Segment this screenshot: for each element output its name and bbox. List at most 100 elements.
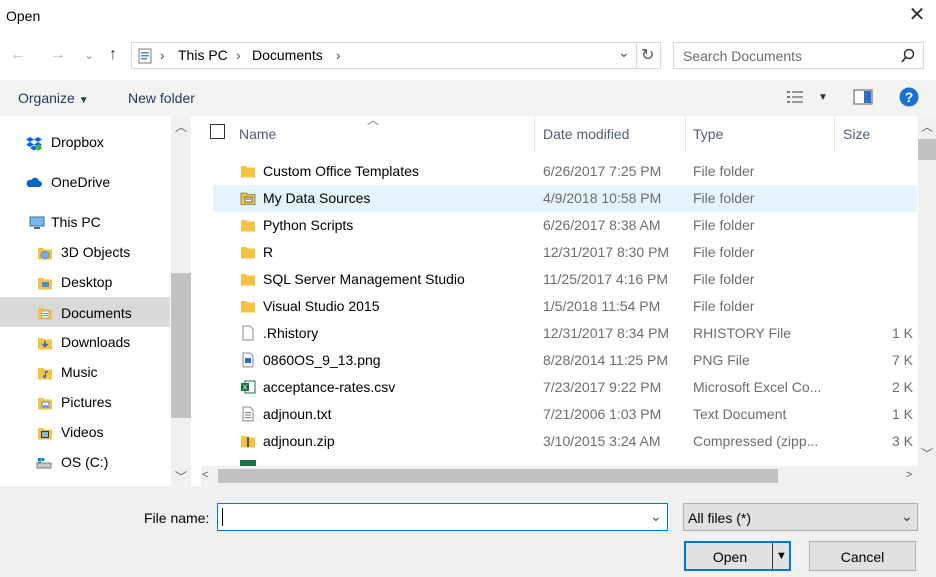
file-row[interactable]: adjnoun.zip 3/10/2015 3:24 AM Compressed (… — [213, 428, 917, 455]
file-name: SQL Server Management Studio — [263, 271, 465, 287]
new-folder-button[interactable]: New folder — [128, 90, 195, 106]
column-header-size[interactable]: Size — [843, 126, 870, 142]
file-row[interactable]: My Data Sources 4/9/2018 10:58 PM File fol… — [213, 185, 917, 212]
sidebar-item-label: Music — [61, 364, 98, 380]
excel-file-icon: X — [241, 380, 256, 394]
file-row[interactable]: .Rhistory 12/31/2017 8:34 PM RHISTORY File… — [213, 320, 917, 347]
command-bar: Organize ▼ New folder ▼ ? — [0, 80, 936, 116]
sidebar-item-pictures[interactable]: Pictures — [0, 388, 170, 418]
file-row[interactable]: Visual Studio 2015 1/5/2018 11:54 PM File … — [213, 293, 917, 320]
navigation-scrollbar-thumb[interactable] — [171, 273, 191, 418]
computer-icon — [29, 216, 45, 229]
file-name: Custom Office Templates — [263, 163, 419, 179]
address-dropdown-icon[interactable]: ⌄ — [618, 44, 630, 61]
file-row[interactable]: adjnoun.txt 7/21/2006 1:03 PM Text Documen… — [213, 401, 917, 428]
column-header-type[interactable]: Type — [693, 126, 723, 142]
cancel-button-label: Cancel — [840, 549, 885, 565]
view-options-icon[interactable] — [786, 90, 804, 104]
text-file-icon — [242, 406, 254, 422]
file-row[interactable]: Custom Office Templates 6/26/2017 7:25 PM… — [213, 158, 917, 185]
scroll-left-icon[interactable]: < — [202, 469, 208, 481]
sidebar-item-onedrive[interactable]: OneDrive — [0, 168, 170, 198]
search-input[interactable]: Search Documents — [683, 48, 802, 64]
breadcrumb-separator[interactable]: › — [336, 47, 341, 63]
file-row[interactable]: Python Scripts 6/26/2017 8:38 AM File fold… — [213, 212, 917, 239]
view-dropdown-icon[interactable]: ▼ — [818, 92, 828, 103]
file-type: Text Document — [693, 406, 787, 422]
file-list-scrollbar[interactable] — [918, 116, 936, 486]
file-type: File folder — [693, 244, 755, 260]
scroll-down-icon[interactable]: ﹀ — [921, 445, 933, 462]
help-icon[interactable]: ? — [899, 87, 919, 107]
column-divider[interactable] — [534, 116, 535, 152]
file-name: My Data Sources — [263, 190, 371, 206]
sidebar-item-videos[interactable]: Videos — [0, 418, 170, 448]
file-name: 0860OS_9_13.png — [263, 352, 381, 368]
open-button[interactable]: Open — [684, 541, 791, 571]
cancel-button[interactable]: Cancel — [809, 541, 916, 571]
forward-arrow-icon[interactable]: → — [48, 44, 68, 66]
breadcrumb-documents[interactable]: Documents — [252, 47, 323, 63]
file-date: 12/31/2017 8:30 PM — [543, 244, 670, 260]
search-icon[interactable] — [900, 48, 916, 64]
up-arrow-icon[interactable]: ↑ — [103, 44, 123, 66]
close-icon[interactable]: ✕ — [906, 5, 928, 27]
file-name: adjnoun.txt — [263, 406, 332, 422]
help-glyph: ? — [905, 89, 914, 105]
downloads-folder-icon — [38, 338, 52, 350]
file-type: PNG File — [693, 352, 750, 368]
file-row[interactable]: 0860OS_9_13.png 8/28/2014 11:25 PM PNG Fil… — [213, 347, 917, 374]
scroll-up-icon[interactable]: ︿ — [921, 118, 933, 135]
folder-icon — [241, 274, 255, 286]
pictures-folder-icon — [38, 398, 52, 410]
select-all-checkbox[interactable] — [210, 124, 225, 139]
file-name-input[interactable]: ⌄ — [217, 503, 668, 531]
text-cursor — [222, 508, 223, 526]
file-type-value: All files (*) — [688, 510, 752, 526]
back-arrow-icon[interactable]: ← — [8, 44, 28, 66]
open-split-divider — [772, 543, 773, 569]
breadcrumb-separator[interactable]: › — [160, 47, 165, 63]
scroll-down-icon[interactable]: ﹀ — [175, 468, 187, 485]
column-header-name[interactable]: Name — [239, 126, 276, 142]
file-row[interactable]: SQL Server Management Studio 11/25/2017 4… — [213, 266, 917, 293]
sidebar-item-dropbox[interactable]: Dropbox — [0, 128, 170, 158]
address-bar[interactable]: › This PC › Documents › ⌄ ↻ — [131, 42, 661, 69]
file-row[interactable]: R 12/31/2017 8:30 PM File folder — [213, 239, 917, 266]
file-row[interactable]: Xacceptance-rates.csv 7/23/2017 9:22 PM Mi… — [213, 374, 917, 401]
open-options-dropdown-icon[interactable]: ▼ — [776, 550, 787, 562]
sidebar-item-this-pc[interactable]: This PC — [0, 208, 170, 238]
column-divider[interactable] — [685, 116, 686, 152]
sidebar-item-documents[interactable]: Documents — [0, 297, 170, 327]
refresh-icon[interactable]: ↻ — [641, 45, 654, 65]
dropbox-icon — [26, 137, 42, 151]
file-date: 1/5/2018 11:54 PM — [543, 298, 661, 314]
sidebar-item-music[interactable]: Music — [0, 358, 170, 388]
file-date: 7/21/2006 1:03 PM — [543, 406, 662, 422]
sidebar-item-label: Dropbox — [51, 134, 104, 150]
column-divider[interactable] — [834, 116, 835, 152]
column-header-date[interactable]: Date modified — [543, 126, 629, 142]
organize-button[interactable]: Organize ▼ — [18, 90, 89, 106]
breadcrumb-this-pc[interactable]: This PC — [178, 47, 228, 63]
recent-locations-icon[interactable]: ⌄ — [79, 44, 99, 66]
sidebar-item-downloads[interactable]: Downloads — [0, 328, 170, 358]
sidebar-item-desktop[interactable]: Desktop — [0, 268, 170, 298]
file-date: 4/9/2018 10:58 PM — [543, 190, 662, 206]
file-type-select[interactable]: All files (*) ⌄ — [683, 503, 918, 531]
file-date: 6/26/2017 7:25 PM — [543, 163, 662, 179]
preview-pane-icon[interactable] — [853, 89, 873, 105]
file-size: 1 K — [891, 325, 913, 341]
scroll-up-icon[interactable]: ︿ — [175, 118, 187, 135]
sidebar-item-label: Desktop — [61, 274, 113, 290]
scroll-right-icon[interactable]: > — [906, 469, 912, 481]
horizontal-scrollbar-thumb[interactable] — [218, 469, 778, 483]
breadcrumb-separator[interactable]: › — [236, 47, 241, 63]
file-list-scrollbar-thumb[interactable] — [918, 139, 936, 160]
sidebar-item-label: Pictures — [61, 394, 112, 410]
sidebar-item-3d-objects[interactable]: 3D Objects — [0, 238, 170, 268]
search-box[interactable]: Search Documents — [673, 42, 924, 69]
file-name-dropdown-icon[interactable]: ⌄ — [650, 508, 662, 525]
file-name-label: File name: — [144, 510, 210, 526]
sidebar-item-os-c[interactable]: OS (C:) — [0, 448, 170, 478]
